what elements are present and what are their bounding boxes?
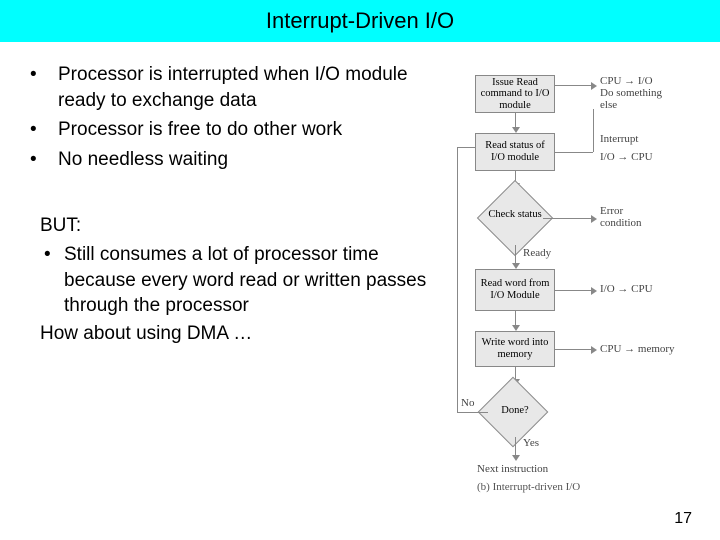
flow-box-read-word: Read word from I/O Module: [475, 269, 555, 311]
connector: [593, 109, 594, 152]
next-instruction-label: Next instruction: [477, 463, 548, 475]
side-label: I/O → CPU: [600, 151, 653, 163]
side-label: Do something else: [600, 87, 680, 111]
connector: [515, 245, 516, 265]
howabout-text: How about using DMA …: [30, 321, 450, 347]
connector: [555, 349, 593, 350]
edge-label: Yes: [523, 437, 539, 449]
connector: [457, 147, 458, 412]
side-label: I/O → CPU: [600, 283, 653, 295]
flow-box-issue-read: Issue Read command to I/O module: [475, 75, 555, 113]
edge-label: No: [461, 397, 474, 409]
sub-text: Still consumes a lot of processor time b…: [64, 242, 450, 319]
flow-box-read-status: Read status of I/O module: [475, 133, 555, 171]
bullet-item: • Processor is interrupted when I/O modu…: [30, 62, 450, 113]
slide-title: Interrupt-Driven I/O: [0, 0, 720, 42]
bullet-text: No needless waiting: [58, 147, 228, 173]
flowchart-diagram: Issue Read command to I/O module CPU → I…: [455, 75, 710, 505]
side-label: Error condition: [600, 205, 660, 229]
side-label: CPU → memory: [600, 343, 675, 355]
bullet-item: • Processor is free to do other work: [30, 117, 450, 143]
connector: [543, 218, 593, 219]
connector: [555, 85, 593, 86]
flow-box-write-word: Write word into memory: [475, 331, 555, 367]
connector: [555, 152, 593, 153]
connector: [555, 290, 593, 291]
but-label: BUT:: [30, 213, 450, 239]
side-label: Interrupt: [600, 133, 638, 145]
diagram-caption: (b) Interrupt-driven I/O: [477, 481, 580, 493]
arrow-right-icon: [591, 346, 597, 354]
side-label: CPU → I/O: [600, 75, 653, 87]
bullet-dot: •: [30, 117, 58, 143]
text-column: • Processor is interrupted when I/O modu…: [0, 62, 450, 347]
connector: [457, 147, 475, 148]
bullet-dot: •: [30, 62, 58, 113]
sub-item: • Still consumes a lot of processor time…: [40, 242, 450, 319]
bullet-text: Processor is free to do other work: [58, 117, 342, 143]
bullet-text: Processor is interrupted when I/O module…: [58, 62, 450, 113]
bullet-dot: •: [30, 147, 58, 173]
arrow-right-icon: [591, 287, 597, 295]
sub-list: • Still consumes a lot of processor time…: [30, 242, 450, 319]
connector: [515, 437, 516, 457]
bullet-dot: •: [40, 242, 64, 319]
arrow-right-icon: [591, 82, 597, 90]
page-number: 17: [674, 510, 692, 528]
edge-label: Ready: [523, 247, 551, 259]
decision-text: Done?: [485, 405, 545, 417]
arrow-down-icon: [512, 455, 520, 461]
decision-text: Check status: [485, 209, 545, 221]
bullet-list: • Processor is interrupted when I/O modu…: [30, 62, 450, 173]
arrow-right-icon: [591, 215, 597, 223]
bullet-item: • No needless waiting: [30, 147, 450, 173]
connector: [457, 412, 488, 413]
